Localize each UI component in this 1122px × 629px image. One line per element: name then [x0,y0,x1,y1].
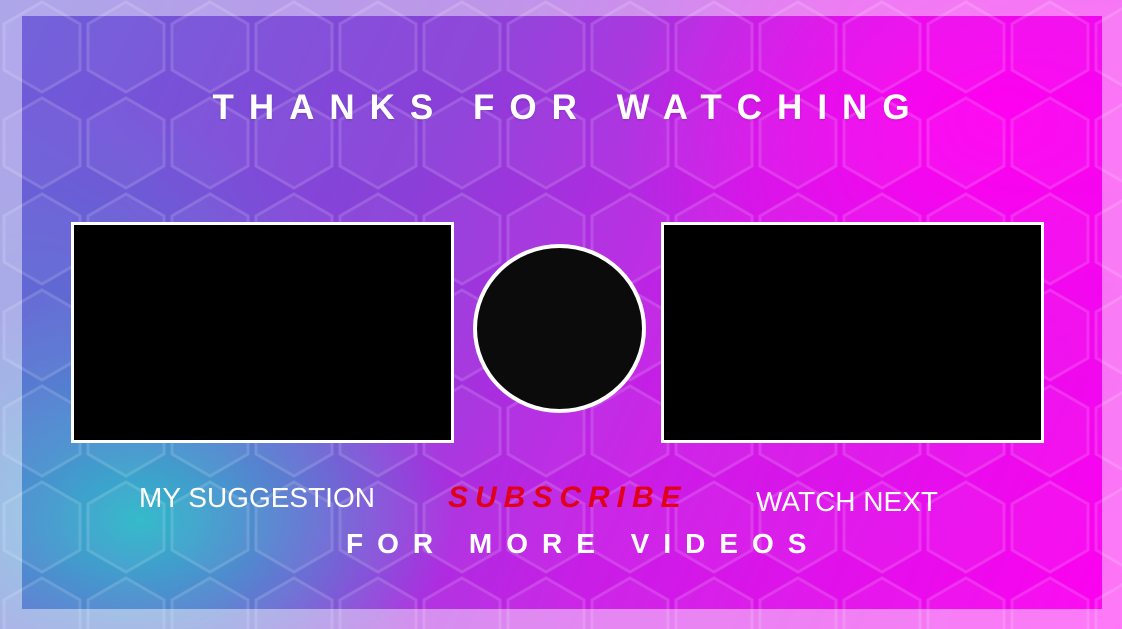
suggestion-label: MY SUGGESTION [139,482,375,513]
subscribe-label[interactable]: SUBSCRIBE [448,481,688,515]
frame-border-top [0,0,1122,16]
next-video-slot[interactable] [661,222,1044,443]
frame-border-bottom [0,609,1122,629]
suggested-video-slot[interactable] [71,222,454,443]
watch-next-label: WATCH NEXT [756,486,938,517]
subscribe-circle-slot[interactable] [473,244,646,413]
page-title: THANKS FOR WATCHING [212,88,925,127]
tagline: FOR MORE VIDEOS [346,528,821,559]
